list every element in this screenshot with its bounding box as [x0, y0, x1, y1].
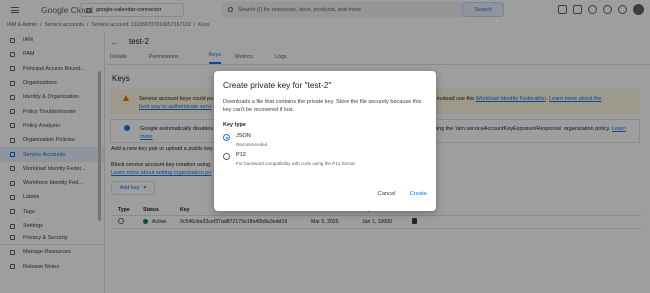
dialog-title: Create private key for "test-2" [223, 80, 332, 90]
radio-p12-input[interactable] [223, 153, 230, 160]
radio-json-text: JSON Recommended [236, 133, 267, 147]
radio-json-sublabel: Recommended [236, 142, 268, 147]
radio-p12-text: P12 For backward compatibility with code… [236, 152, 355, 166]
radio-p12-label: P12 [236, 152, 246, 158]
cancel-button[interactable]: Cancel [378, 191, 396, 197]
create-private-key-dialog: Create private key for "test-2" Download… [214, 71, 436, 211]
create-button[interactable]: Create [410, 191, 427, 197]
key-type-label: Key type [223, 122, 246, 128]
dialog-actions: Cancel Create [378, 191, 427, 197]
radio-json-label: JSON [236, 133, 251, 139]
radio-p12[interactable]: P12 For backward compatibility with code… [223, 152, 427, 166]
radio-json[interactable]: JSON Recommended [223, 133, 427, 147]
radio-p12-sublabel: For backward compatibility with code usi… [236, 161, 355, 166]
dialog-description: Downloads a file that contains the priva… [223, 99, 422, 113]
radio-json-input[interactable] [223, 134, 230, 141]
